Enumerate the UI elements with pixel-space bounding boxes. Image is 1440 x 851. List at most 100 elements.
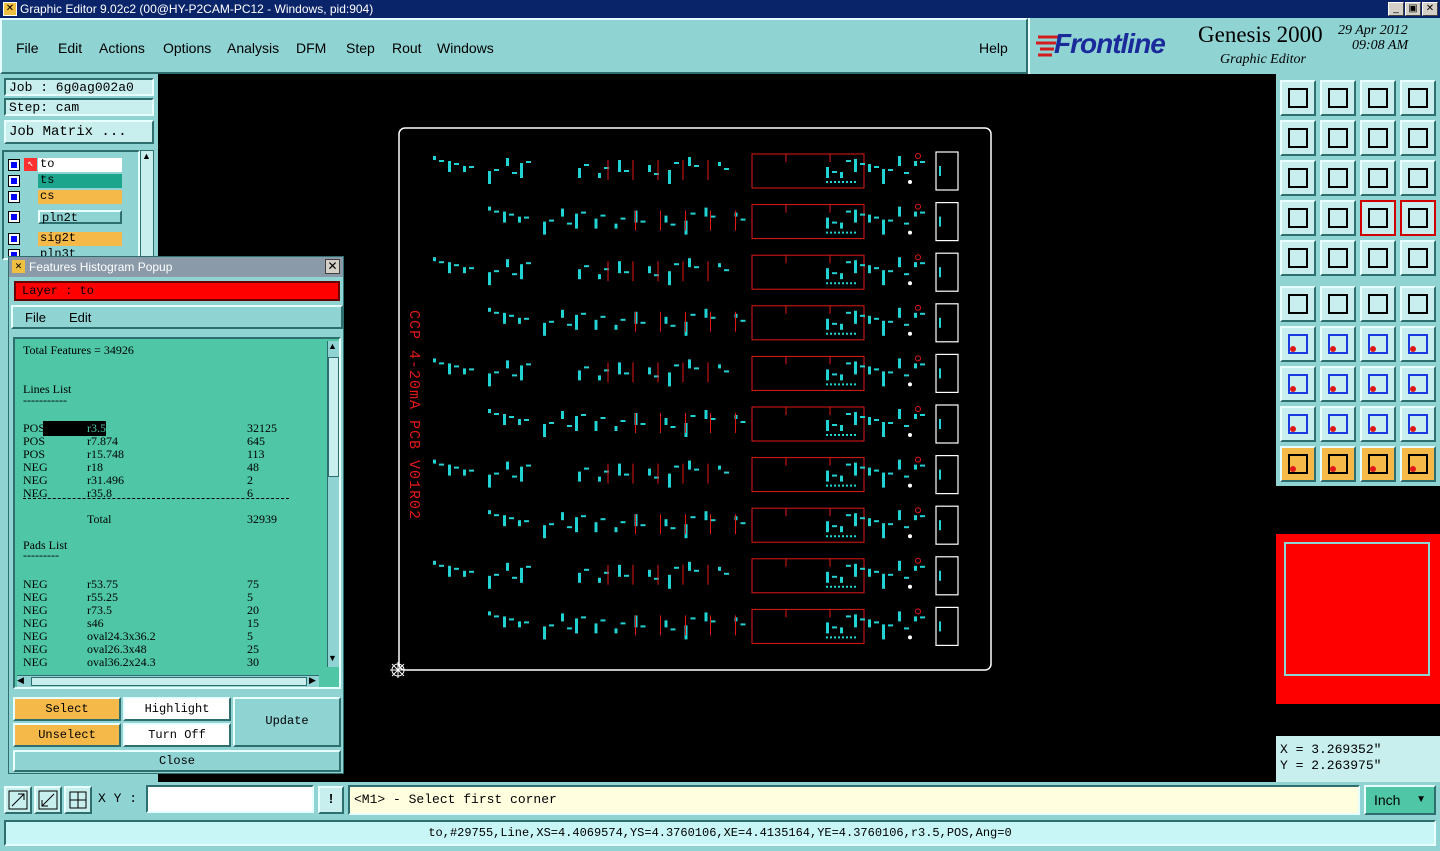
snap-pad-icon[interactable] (1280, 366, 1316, 402)
select-box-icon[interactable] (1320, 446, 1356, 482)
popup-title: Features Histogram Popup (29, 260, 173, 274)
update-button[interactable]: Update (233, 697, 341, 747)
triangle-icon[interactable] (1280, 406, 1316, 442)
transform-icon[interactable] (1320, 240, 1356, 276)
layer-row-to[interactable]: ↖ to (6, 158, 124, 172)
polygon-icon[interactable] (1320, 406, 1356, 442)
center-icon[interactable] (1320, 160, 1356, 196)
connect-icon[interactable] (1280, 286, 1316, 322)
overview-map[interactable] (1276, 486, 1440, 736)
zoom-fit-icon[interactable] (1320, 80, 1356, 116)
pcb-module (433, 353, 959, 393)
menu-analysis[interactable]: Analysis (227, 40, 279, 56)
xy-input[interactable] (146, 785, 314, 813)
help-icon[interactable] (1400, 160, 1436, 196)
layer-compare-alt-icon[interactable] (1400, 200, 1436, 236)
refresh-icon[interactable] (1400, 120, 1436, 156)
pan-left-icon[interactable] (1280, 120, 1316, 156)
menu-dfm[interactable]: DFM (296, 40, 326, 56)
alert-icon[interactable]: ! (318, 786, 344, 814)
list-vertical-scrollbar[interactable]: ▲ ▼ (327, 341, 339, 667)
grid-icon[interactable] (64, 786, 92, 814)
cursor-y: Y = 2.263975" (1280, 758, 1382, 773)
measure-icon[interactable] (1280, 200, 1316, 236)
layer-list-scrollbar[interactable]: ▲ (140, 150, 154, 260)
pcb-module (433, 556, 959, 596)
popup-close-icon[interactable]: ✕ (325, 259, 340, 274)
menu-step[interactable]: Step (346, 40, 375, 56)
histogram-list[interactable]: Total Features = 34926 Lines List ------… (13, 337, 341, 689)
xy-label: X Y : (98, 791, 138, 806)
select-area-icon[interactable] (1360, 446, 1396, 482)
job-matrix-button[interactable]: Job Matrix ... (4, 120, 154, 144)
outline-icon[interactable] (1360, 406, 1396, 442)
minimize-button[interactable]: _ (1388, 2, 1404, 16)
ruler-icon[interactable] (1360, 240, 1396, 276)
arc-icon[interactable] (1360, 326, 1396, 362)
frontline-logo: Frontline (1054, 28, 1166, 59)
pad-row-pol: NEG (23, 655, 48, 669)
line-icon[interactable] (1320, 326, 1356, 362)
overview-viewport[interactable] (1276, 534, 1440, 704)
menu-windows[interactable]: Windows (437, 40, 494, 56)
redraw-icon[interactable] (1360, 120, 1396, 156)
menu-options[interactable]: Options (163, 40, 211, 56)
layer-row-sig2t[interactable]: sig2t (6, 232, 124, 246)
add-pad-icon[interactable] (1400, 286, 1436, 322)
menu-help[interactable]: Help (979, 40, 1008, 56)
line-angle-icon[interactable] (1280, 326, 1316, 362)
menu-actions[interactable]: Actions (99, 40, 145, 56)
layer-name: cs (38, 190, 122, 204)
grid-display-icon[interactable] (1320, 200, 1356, 236)
delete-icon[interactable] (1320, 286, 1356, 322)
maximize-button[interactable]: ▣ (1405, 2, 1421, 16)
split-view-icon[interactable] (1400, 80, 1436, 116)
layer-row-pln2t[interactable]: pln2t (6, 210, 124, 225)
snap-icon[interactable] (34, 786, 62, 814)
close-window-button[interactable]: ✕ (1422, 2, 1438, 16)
close-popup-button[interactable]: Close (13, 750, 341, 772)
layer-checkbox[interactable] (8, 191, 20, 203)
highlight-button[interactable]: Highlight (123, 697, 231, 721)
popup-title-bar[interactable]: Features Histogram Popup ✕ ✕ (9, 257, 343, 277)
layer-checkbox[interactable] (8, 175, 20, 187)
layer-checkbox[interactable] (8, 159, 20, 171)
zoom-home-icon[interactable] (1280, 80, 1316, 116)
units-selector[interactable]: Inch ▼ (1364, 785, 1436, 815)
mirror-icon[interactable] (1400, 406, 1436, 442)
menu-file[interactable]: File (16, 40, 39, 56)
select-button[interactable]: Select (13, 697, 121, 721)
stretch-icon[interactable] (1320, 366, 1356, 402)
route-icon[interactable] (1400, 446, 1436, 482)
layer-checkbox[interactable] (8, 211, 20, 223)
select-pointer-icon[interactable] (1280, 446, 1316, 482)
pan-right-icon[interactable] (1320, 120, 1356, 156)
layer-compare-icon[interactable] (1360, 200, 1396, 236)
step-name: Step: cam (4, 98, 154, 116)
popup-menu-file[interactable]: File (25, 310, 46, 325)
layer-checkbox[interactable] (8, 233, 20, 245)
layer-row-cs[interactable]: cs (6, 190, 124, 204)
divider (23, 498, 289, 499)
list-horizontal-scrollbar[interactable]: ◀ ▶ (17, 675, 319, 687)
fit-screen-icon[interactable] (1280, 160, 1316, 196)
unselect-button[interactable]: Unselect (13, 723, 121, 747)
scale-one-to-two-icon[interactable] (1360, 160, 1396, 196)
camera-icon[interactable] (1280, 240, 1316, 276)
layer-name: sig2t (38, 232, 122, 246)
turn-off-button[interactable]: Turn Off (123, 723, 231, 747)
popup-menu-edit[interactable]: Edit (69, 310, 91, 325)
menu-edit[interactable]: Edit (58, 40, 82, 56)
layer-row-ts[interactable]: ts (6, 174, 124, 188)
pad-icon[interactable] (1400, 240, 1436, 276)
home-icon[interactable] (1360, 80, 1396, 116)
window-title-bar[interactable]: ✕ Graphic Editor 9.02c2 (00@HY-P2CAM-PC1… (0, 0, 1440, 18)
chevron-down-icon: ▼ (1416, 794, 1426, 805)
zoom-area-icon[interactable] (4, 786, 32, 814)
copy-pad-icon[interactable] (1400, 366, 1436, 402)
menu-rout[interactable]: Rout (392, 40, 422, 56)
text-icon[interactable] (1400, 326, 1436, 362)
board-outline (398, 127, 992, 671)
move-pad-icon[interactable] (1360, 286, 1396, 322)
resize-icon[interactable] (1360, 366, 1396, 402)
